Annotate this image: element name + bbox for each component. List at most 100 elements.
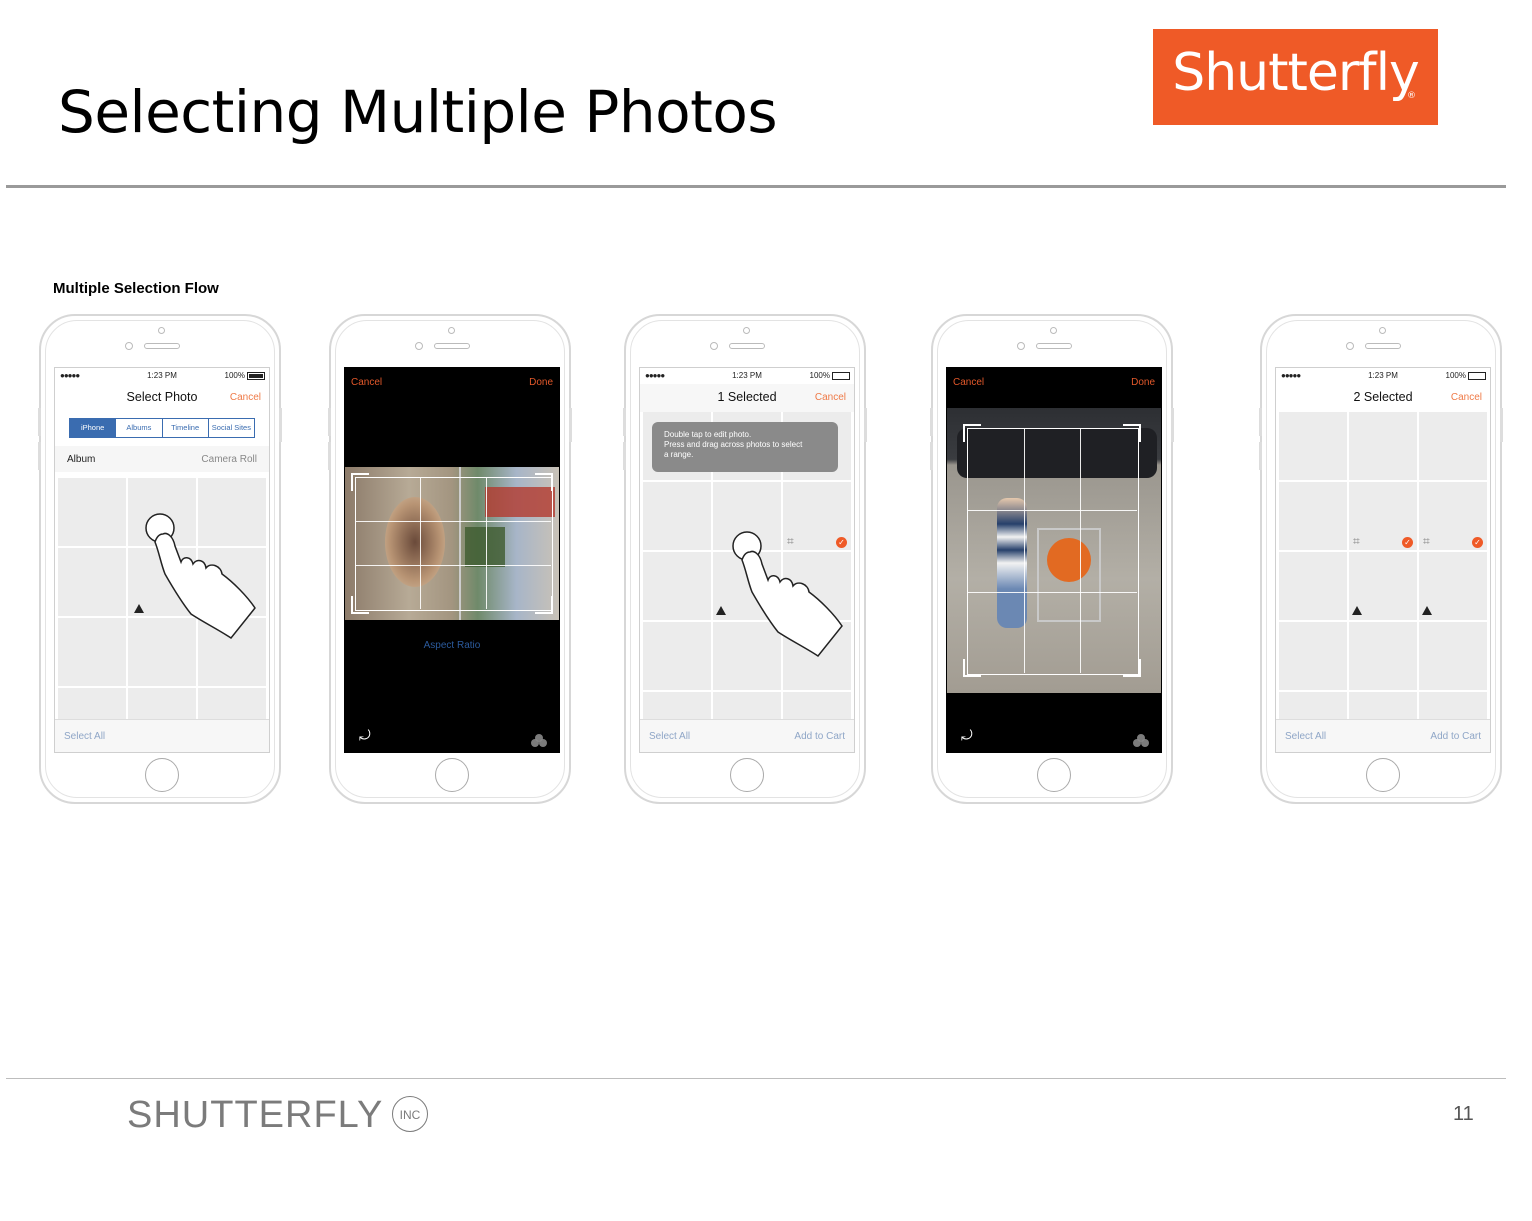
crop-gridline	[355, 565, 551, 566]
crop-frame[interactable]	[967, 428, 1139, 675]
help-tooltip: Double tap to edit photo. Press and drag…	[652, 422, 838, 472]
bottom-toolbar: Select All Add to Cart	[640, 719, 854, 752]
crop-handle[interactable]	[535, 473, 553, 491]
crop-frame[interactable]	[355, 477, 553, 611]
battery-icon	[1468, 372, 1486, 380]
photo-thumbnail[interactable]	[58, 618, 126, 686]
rotate-icon[interactable]: ⤾	[961, 728, 973, 744]
aspect-ratio-button[interactable]: Aspect Ratio	[345, 640, 559, 651]
volume-down-button	[623, 442, 626, 470]
home-button[interactable]	[1037, 758, 1071, 792]
status-bar: ●●●●● 1:23 PM 100%	[1276, 368, 1490, 384]
cancel-button[interactable]: Cancel	[953, 377, 984, 388]
warning-icon	[1422, 606, 1432, 615]
tap-hand-icon	[145, 513, 256, 640]
earpiece-speaker	[434, 343, 470, 349]
front-camera	[158, 327, 165, 334]
segment-timeline[interactable]: Timeline	[163, 419, 209, 437]
photo-thumbnail[interactable]	[1419, 622, 1487, 690]
phone-screen: ●●●●● 1:23 PM 100% 2 Selected Cancel ⌗ ✓…	[1275, 367, 1491, 753]
album-label: Album	[67, 454, 96, 465]
flow-heading: Multiple Selection Flow	[53, 280, 219, 297]
photo-thumbnail-selected[interactable]: ⌗ ✓	[1419, 482, 1487, 550]
photo-thumbnail[interactable]	[1279, 622, 1347, 690]
photo-thumbnail[interactable]	[643, 622, 711, 690]
source-segmented-control: iPhone Albums Timeline Social Sites	[69, 418, 255, 438]
home-button[interactable]	[730, 758, 764, 792]
crop-handle[interactable]	[1123, 659, 1141, 677]
photo-thumbnail[interactable]	[1349, 412, 1417, 480]
rotate-icon[interactable]: ⤾	[359, 728, 371, 744]
phone-screen: Cancel Done ⤾	[946, 367, 1162, 753]
crop-icon[interactable]: ⌗	[1353, 534, 1360, 549]
page-number: 11	[1453, 1103, 1474, 1125]
select-all-button[interactable]: Select All	[649, 731, 690, 742]
warning-icon	[1352, 606, 1362, 615]
select-all-button[interactable]: Select All	[64, 731, 105, 742]
segment-iphone[interactable]: iPhone	[70, 419, 117, 437]
volume-down-button	[328, 442, 331, 470]
segment-albums[interactable]: Albums	[116, 419, 163, 437]
segment-social-sites[interactable]: Social Sites	[209, 419, 254, 437]
photo-thumbnail[interactable]	[1279, 412, 1347, 480]
nav-bar: 1 Selected Cancel	[640, 384, 854, 412]
power-button	[1500, 408, 1503, 442]
crop-handle[interactable]	[963, 424, 981, 442]
photo-thumbnail[interactable]	[1279, 552, 1347, 620]
crop-handle[interactable]	[351, 596, 369, 614]
phone-two-selected: ●●●●● 1:23 PM 100% 2 Selected Cancel ⌗ ✓…	[1259, 314, 1503, 804]
photo-thumbnail[interactable]	[1419, 552, 1487, 620]
battery-percent: 100%	[1445, 371, 1466, 380]
front-camera	[743, 327, 750, 334]
done-button[interactable]: Done	[1131, 377, 1155, 388]
crop-gridline	[967, 592, 1137, 593]
photo-thumbnail[interactable]	[58, 478, 126, 546]
cancel-button[interactable]: Cancel	[230, 392, 261, 403]
power-button	[279, 408, 282, 442]
crop-handle[interactable]	[1123, 424, 1141, 442]
battery-percent: 100%	[224, 371, 245, 380]
phone-screen: ●●●●● 1:23 PM 100% Select Photo Cancel i…	[54, 367, 270, 753]
volume-up-button	[38, 408, 41, 436]
photo-thumbnail[interactable]	[1279, 482, 1347, 550]
proximity-sensor	[710, 342, 718, 350]
volume-down-button	[38, 442, 41, 470]
volume-up-button	[328, 408, 331, 436]
cancel-button[interactable]: Cancel	[351, 377, 382, 388]
selected-check-icon: ✓	[1402, 537, 1413, 548]
home-button[interactable]	[1366, 758, 1400, 792]
status-bar: ●●●●● 1:23 PM 100%	[640, 368, 854, 384]
crop-handle[interactable]	[351, 473, 369, 491]
add-to-cart-button[interactable]: Add to Cart	[1430, 731, 1481, 742]
album-picker-row[interactable]: Album Camera Roll	[55, 446, 269, 472]
phone-screen: Cancel Done Aspect Ratio ⤾	[344, 367, 560, 753]
crop-handle[interactable]	[535, 596, 553, 614]
photo-thumbnail[interactable]	[58, 548, 126, 616]
home-button[interactable]	[145, 758, 179, 792]
select-all-button[interactable]: Select All	[1285, 731, 1326, 742]
crop-gridline	[1080, 428, 1081, 673]
crop-handle[interactable]	[963, 659, 981, 677]
phone-crop-editor: Cancel Done Aspect Ratio ⤾	[328, 314, 572, 804]
photo-thumbnail[interactable]	[1349, 552, 1417, 620]
battery-icon	[832, 372, 850, 380]
home-button[interactable]	[435, 758, 469, 792]
slide-title: Selecting Multiple Photos	[58, 78, 778, 146]
cancel-button[interactable]: Cancel	[1451, 392, 1482, 403]
power-button	[1171, 408, 1174, 442]
photo-thumbnail[interactable]	[643, 552, 711, 620]
photo-thumbnail[interactable]	[1349, 622, 1417, 690]
volume-up-button	[930, 408, 933, 436]
photo-thumbnail[interactable]	[643, 482, 711, 550]
phone-crop-editor-portrait: Cancel Done ⤾	[930, 314, 1174, 804]
selected-check-icon: ✓	[1472, 537, 1483, 548]
proximity-sensor	[415, 342, 423, 350]
done-button[interactable]: Done	[529, 377, 553, 388]
photo-thumbnail-selected[interactable]: ⌗ ✓	[1349, 482, 1417, 550]
add-to-cart-button[interactable]: Add to Cart	[794, 731, 845, 742]
proximity-sensor	[1017, 342, 1025, 350]
cancel-button[interactable]: Cancel	[815, 392, 846, 403]
crop-icon[interactable]: ⌗	[1423, 534, 1430, 549]
crop-photo	[345, 467, 559, 620]
photo-thumbnail[interactable]	[1419, 412, 1487, 480]
